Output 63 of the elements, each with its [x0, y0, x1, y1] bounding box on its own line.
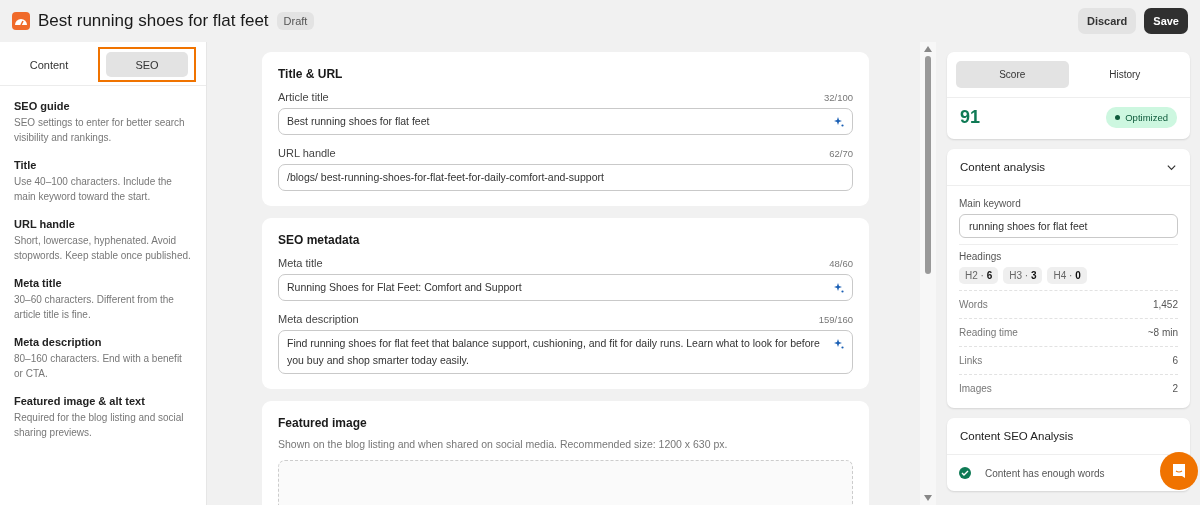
- text-area[interactable]: Find running shoes for flat feet that balance support, cushioning, and fit for daily runs. Learn what to look for before you buy and shop smarter today easily.: [278, 330, 853, 374]
- article-title: Best running shoes for flat feet: [38, 11, 269, 31]
- section-description: Shown on the blog listing and when shared on social media. Recommended size: 1200 x 630 px.: [278, 438, 729, 450]
- stat-value: 1,452: [1152, 299, 1178, 310]
- character-count: 48/60: [829, 258, 853, 269]
- scroll-up-icon[interactable]: [924, 46, 932, 52]
- heading-count-chip: H3 · 3: [1003, 267, 1043, 284]
- guide-title: SEO guide: [14, 100, 71, 112]
- save-button[interactable]: Save: [1144, 8, 1188, 34]
- heading-count-chip: H2 · 6: [959, 267, 999, 284]
- section-title: Featured image: [278, 416, 368, 430]
- guide-text: 30–60 characters. Different from the article title is fine.: [14, 293, 175, 322]
- logo-icon: [12, 12, 30, 30]
- score-tab[interactable]: History: [1068, 61, 1181, 88]
- stat-value: ~8 min: [1147, 327, 1178, 338]
- guide-text: Use 40–100 characters. Include the main keyword toward the start.: [14, 175, 173, 204]
- guide-text: Required for the blog listing and social sharing previews.: [14, 411, 185, 440]
- sidebar-tab[interactable]: Content: [0, 47, 98, 82]
- field-label: Main keyword: [959, 198, 1022, 209]
- character-count: 62/70: [829, 148, 853, 159]
- keyword-field[interactable]: running shoes for flat feet: [959, 214, 1178, 238]
- character-count: 159/160: [818, 314, 853, 325]
- guide-text: Short, lowercase, hyphenated. Avoid stopwords. Keep stable once published.: [14, 234, 192, 263]
- section-title: SEO metadata: [278, 233, 361, 247]
- guide-text: 80–160 characters. End with a benefit or CTA.: [14, 352, 183, 381]
- stat-label: Words: [959, 299, 988, 310]
- guide-title: Title: [14, 159, 38, 171]
- score-value: 91: [960, 107, 981, 128]
- character-count: 32/100: [823, 92, 853, 103]
- section-title: Title & URL: [278, 67, 344, 81]
- sidebar-tab[interactable]: SEO: [98, 47, 196, 82]
- input-field[interactable]: Best running shoes for flat feet: [278, 108, 853, 135]
- sparkle-icon[interactable]: [834, 283, 844, 293]
- guide-title: Featured image & alt text: [14, 395, 146, 407]
- stat-value: 6: [1172, 355, 1178, 366]
- stat-value: 2: [1172, 383, 1178, 394]
- guide-text: SEO settings to enter for better search visibility and rankings.: [14, 116, 186, 145]
- guide-title: Meta title: [14, 277, 63, 289]
- stat-label: Links: [959, 355, 983, 366]
- sparkle-icon[interactable]: [834, 117, 844, 127]
- card-title: Content analysis: [960, 161, 1046, 173]
- field-label: Headings: [959, 251, 1003, 262]
- guide-title: URL handle: [14, 218, 76, 230]
- heading-count-chip: H4 · 0: [1047, 267, 1087, 284]
- check-text: Content has enough words: [985, 467, 1105, 479]
- sparkle-icon[interactable]: [834, 339, 844, 349]
- field-label: Meta title: [278, 257, 323, 269]
- guide-title: Meta description: [14, 336, 103, 348]
- input-field[interactable]: Running Shoes for Flat Feet: Comfort and Support: [278, 274, 853, 301]
- stat-label: Reading time: [959, 327, 1018, 338]
- scroll-down-icon[interactable]: [924, 495, 932, 501]
- card-title: Content SEO Analysis: [960, 430, 1074, 442]
- scrollbar-thumb[interactable]: [925, 56, 931, 274]
- field-label: Article title: [278, 91, 329, 103]
- input-field[interactable]: /blogs/ best-running-shoes-for-flat-feet-for-daily-comfort-and-support: [278, 164, 853, 191]
- discard-button[interactable]: Discard: [1077, 8, 1137, 34]
- field-label: URL handle: [278, 147, 336, 159]
- status-badge: Optimized: [1106, 107, 1177, 128]
- field-label: Meta description: [278, 313, 359, 325]
- stat-label: Images: [959, 383, 992, 394]
- score-tab[interactable]: Score: [956, 61, 1069, 88]
- status-badge: Draft: [276, 12, 315, 30]
- chat-icon: [1170, 462, 1188, 480]
